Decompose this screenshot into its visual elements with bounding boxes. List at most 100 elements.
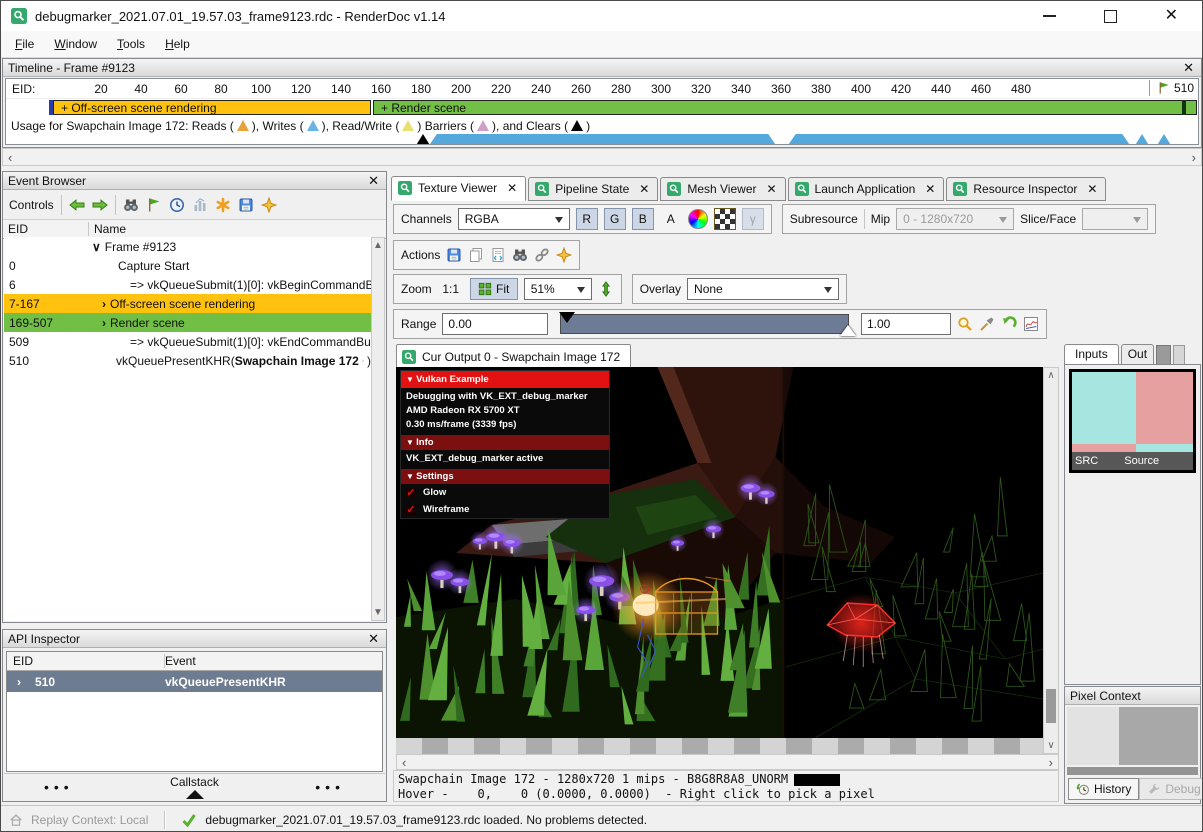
close-tab-icon[interactable]: ✕ bbox=[639, 182, 649, 196]
eid-tick[interactable]: 200 bbox=[451, 82, 471, 96]
pixel-context-preview[interactable] bbox=[1067, 707, 1198, 765]
usage-event-marker[interactable] bbox=[415, 134, 431, 145]
alpha-channel-button[interactable]: A bbox=[660, 208, 682, 230]
event-row[interactable]: 6=> vkQueueSubmit(1)[0]: vkBeginCommandB… bbox=[4, 275, 371, 294]
history-button[interactable]: History bbox=[1068, 778, 1139, 800]
replay-context-label[interactable]: Replay Context: Local bbox=[31, 813, 148, 827]
menu-window[interactable]: Window bbox=[44, 33, 107, 55]
debug-button[interactable]: Debug bbox=[1139, 778, 1203, 800]
zoom-level-select[interactable]: 51% bbox=[524, 278, 592, 300]
autofit-button[interactable] bbox=[979, 316, 995, 332]
timeline-bar-render[interactable]: + Render scene bbox=[373, 100, 1197, 115]
expand-callstack-icon[interactable] bbox=[186, 790, 204, 799]
usage-span-marker[interactable] bbox=[428, 134, 777, 145]
eid-tick[interactable]: 220 bbox=[491, 82, 511, 96]
eid-tick[interactable]: 60 bbox=[174, 82, 187, 96]
usage-span-marker[interactable] bbox=[787, 134, 1131, 145]
input-thumbnail[interactable]: SRC Source bbox=[1069, 369, 1196, 473]
open-resource-button[interactable] bbox=[534, 247, 550, 263]
tab-resource-inspector[interactable]: Resource Inspector✕ bbox=[946, 177, 1106, 201]
zoom-1-1-button[interactable]: 1:1 bbox=[438, 278, 464, 300]
close-tab-icon[interactable]: ✕ bbox=[507, 181, 517, 195]
eid-tick[interactable]: 460 bbox=[971, 82, 991, 96]
event-row[interactable]: 7-167›Off-screen scene rendering bbox=[4, 294, 371, 313]
slice-select[interactable] bbox=[1082, 208, 1148, 230]
copy-button[interactable] bbox=[468, 247, 484, 263]
tab-scroll-button[interactable] bbox=[1173, 345, 1185, 365]
tab-texture-viewer[interactable]: Texture Viewer✕ bbox=[391, 176, 526, 201]
histogram-button[interactable] bbox=[1023, 316, 1039, 332]
reset-range-button[interactable] bbox=[1001, 316, 1017, 332]
current-texture-tab[interactable]: Cur Output 0 - Swapchain Image 172 bbox=[396, 344, 631, 368]
close-panel-icon[interactable]: ✕ bbox=[1181, 61, 1196, 74]
range-max-input[interactable]: 1.00 bbox=[861, 313, 951, 335]
minimize-button[interactable] bbox=[1043, 15, 1056, 17]
scroll-left-icon[interactable]: ‹ bbox=[402, 755, 406, 770]
range-white-point-handle[interactable] bbox=[840, 325, 856, 336]
red-channel-button[interactable]: R bbox=[576, 208, 598, 230]
open-custom-shader-button[interactable] bbox=[490, 247, 506, 263]
menu-file[interactable]: File bbox=[5, 33, 44, 55]
eid-tick[interactable]: 440 bbox=[931, 82, 951, 96]
step-back-button[interactable] bbox=[69, 197, 85, 213]
goto-location-button[interactable] bbox=[512, 247, 528, 263]
close-button[interactable]: ✕ bbox=[1165, 8, 1178, 24]
eid-tick[interactable]: 120 bbox=[291, 82, 311, 96]
range-black-point-handle[interactable] bbox=[559, 312, 575, 323]
menu-tools[interactable]: Tools bbox=[107, 33, 155, 55]
tab-outputs[interactable]: Out bbox=[1121, 344, 1154, 365]
scroll-down-icon[interactable]: ▼ bbox=[373, 607, 383, 618]
color-wheel-icon[interactable] bbox=[688, 209, 708, 229]
bookmark-button[interactable] bbox=[215, 197, 231, 213]
eid-tick[interactable]: 100 bbox=[251, 82, 271, 96]
viewport-hscrollbar[interactable]: ‹ › bbox=[396, 754, 1059, 770]
eid-tick[interactable]: 40 bbox=[134, 82, 147, 96]
green-channel-button[interactable]: G bbox=[604, 208, 626, 230]
vscroll-thumb[interactable] bbox=[1046, 689, 1056, 723]
eid-tick[interactable]: 360 bbox=[771, 82, 791, 96]
timeline-bar-offscreen[interactable]: + Off-screen scene rendering bbox=[53, 100, 371, 115]
eid-tick[interactable]: 340 bbox=[731, 82, 751, 96]
eid-tick[interactable]: 400 bbox=[851, 82, 871, 96]
mip-select[interactable]: 0 - 1280x720 bbox=[896, 208, 1014, 230]
blue-channel-button[interactable]: B bbox=[632, 208, 654, 230]
eid-tick[interactable]: 380 bbox=[811, 82, 831, 96]
overlay-select[interactable]: None bbox=[687, 278, 839, 300]
close-panel-icon[interactable]: ✕ bbox=[366, 632, 381, 645]
zoom-range-button[interactable] bbox=[957, 316, 973, 332]
range-min-input[interactable]: 0.00 bbox=[442, 313, 548, 335]
scroll-up-icon[interactable]: ▲ bbox=[373, 240, 383, 251]
eid-tick[interactable]: 240 bbox=[531, 82, 551, 96]
menu-help[interactable]: Help bbox=[155, 33, 200, 55]
chevron-right-icon[interactable]: › bbox=[102, 297, 106, 311]
eid-tick[interactable]: 280 bbox=[611, 82, 631, 96]
eid-tick[interactable]: 320 bbox=[691, 82, 711, 96]
jump-to-eid-button[interactable] bbox=[146, 197, 162, 213]
event-row[interactable]: 510vkQueuePresentKHR( Swapchain Image 17… bbox=[4, 351, 371, 370]
viewport-vscrollbar[interactable]: ∧ ∨ bbox=[1043, 367, 1059, 754]
chevron-right-icon[interactable]: › bbox=[102, 316, 106, 330]
eid-tick[interactable]: 420 bbox=[891, 82, 911, 96]
usage-event-marker[interactable] bbox=[1134, 134, 1150, 145]
step-forward-button[interactable] bbox=[92, 197, 108, 213]
tab-scroll-button[interactable] bbox=[1156, 345, 1171, 365]
close-tab-icon[interactable]: ✕ bbox=[925, 182, 935, 196]
find-event-button[interactable] bbox=[123, 197, 139, 213]
eid-tick[interactable]: 80 bbox=[214, 82, 227, 96]
event-row[interactable]: 169-507›Render scene bbox=[4, 313, 371, 332]
chevron-down-icon[interactable]: ∨ bbox=[92, 240, 101, 254]
callstack-bar[interactable]: ••• Callstack ••• bbox=[4, 773, 385, 800]
tab-mesh-viewer[interactable]: Mesh Viewer✕ bbox=[660, 177, 785, 201]
event-row[interactable]: 509=> vkQueueSubmit(1)[0]: vkEndCommandB… bbox=[4, 332, 371, 351]
scroll-down-icon[interactable]: ∨ bbox=[1047, 740, 1054, 751]
tab-pipeline-state[interactable]: Pipeline State✕ bbox=[528, 177, 658, 201]
extensions-button[interactable] bbox=[261, 197, 277, 213]
time-actions-button[interactable] bbox=[169, 197, 185, 213]
zoom-fit-button[interactable]: Fit bbox=[470, 278, 518, 300]
event-browser-vscrollbar[interactable]: ▲ ▼ bbox=[371, 237, 385, 621]
close-tab-icon[interactable]: ✕ bbox=[1087, 182, 1097, 196]
scroll-left-icon[interactable]: ‹ bbox=[8, 150, 12, 165]
texture-viewport[interactable]: Vulkan Example Debugging with VK_EXT_deb… bbox=[396, 367, 1043, 738]
event-row[interactable]: ∨Frame #9123 bbox=[4, 237, 371, 256]
chevron-right-icon[interactable]: › bbox=[17, 675, 21, 689]
